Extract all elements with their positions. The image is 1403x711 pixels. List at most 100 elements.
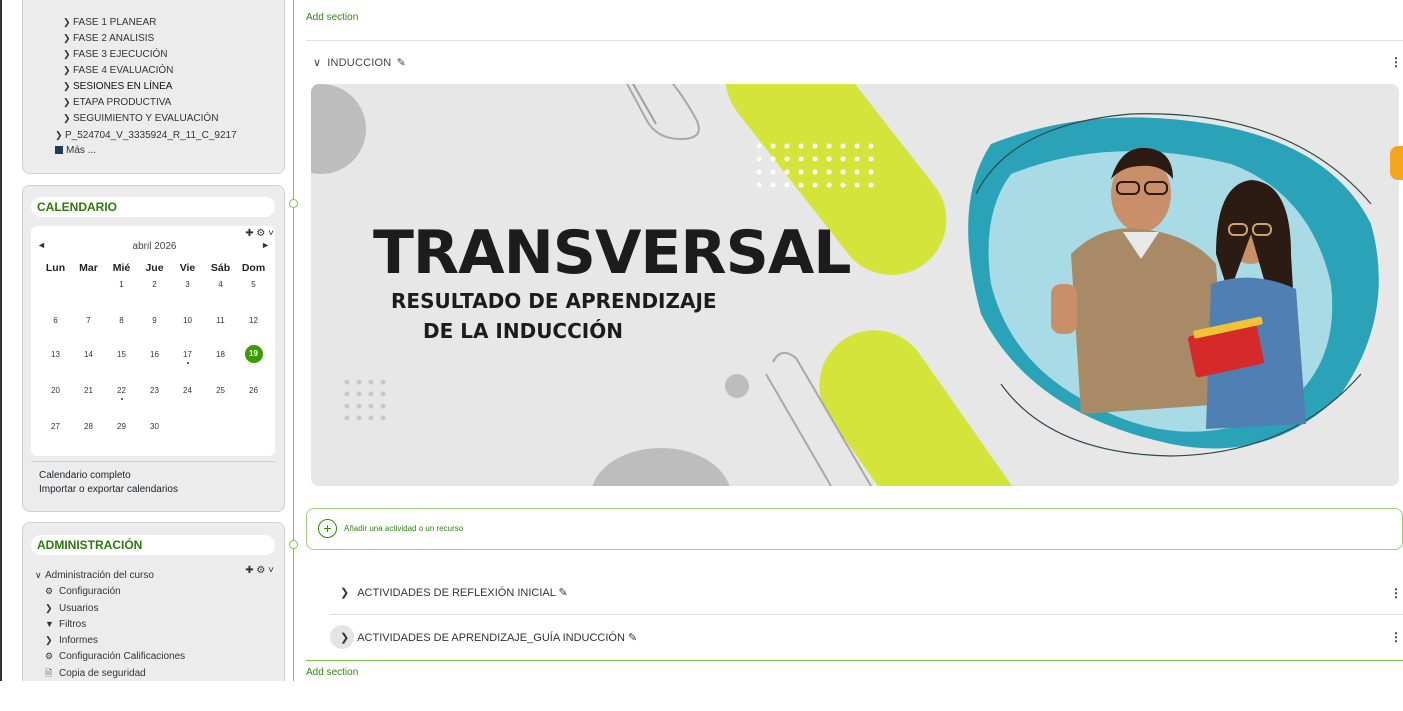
calendar-day[interactable]: 30	[138, 422, 171, 431]
next-month-link[interactable]: ►	[261, 240, 270, 250]
admin-title: ADMINISTRACIÓN	[31, 535, 275, 555]
calendar-day[interactable]: 2	[138, 280, 171, 289]
calendar-day[interactable]: 20	[39, 386, 72, 395]
calendar-day[interactable]: 12	[237, 316, 270, 325]
plus-icon: +	[318, 519, 337, 538]
weekday-label: Mar	[79, 262, 98, 274]
calendar-day[interactable]: 16	[138, 350, 171, 359]
chevron-right-icon: ❯	[63, 81, 71, 91]
nav-item-course-code[interactable]: ❯ P_524704_V_3335924_R_11_C_9217	[55, 128, 237, 143]
pencil-icon[interactable]: ✎	[397, 57, 406, 69]
calendar-day[interactable]: 21	[72, 386, 105, 395]
calendar-day[interactable]: 3	[171, 280, 204, 289]
import-export-link[interactable]: Importar o exportar calendarios	[39, 484, 178, 495]
admin-item-course[interactable]: ∨ Administración del curso	[35, 568, 154, 583]
chevron-right-icon: ❯	[63, 97, 71, 107]
nav-item-seguimiento[interactable]: ❯ SEGUIMIENTO Y EVALUACIÓN	[63, 111, 218, 126]
calendar-day[interactable]: 25	[204, 386, 237, 395]
admin-item-filters[interactable]: ▼ Filtros	[45, 617, 86, 632]
admin-block: ADMINISTRACIÓN ✚ ⚙ ˅ ∨ Administración del…	[22, 522, 285, 702]
accessibility-tab[interactable]	[1390, 146, 1403, 180]
banner-title: TRANSVERSAL	[373, 218, 851, 288]
full-calendar-link[interactable]: Calendario completo	[39, 470, 131, 481]
section-menu-icon[interactable]: ⋮	[1390, 55, 1402, 69]
calendar-today[interactable]: 19	[237, 345, 270, 363]
nav-item-fase1[interactable]: ❯ FASE 1 PLANEAR	[63, 15, 156, 30]
chevron-right-icon: ❯	[63, 33, 71, 43]
chevron-right-icon[interactable]: ❯	[340, 587, 349, 599]
nav-item-fase2[interactable]: ❯ FASE 2 ANALISIS	[63, 31, 154, 46]
calendar-day[interactable]: 24	[171, 386, 204, 395]
induction-banner: TRANSVERSAL RESULTADO DE APRENDIZAJE DE …	[311, 84, 1399, 486]
calendar-day[interactable]: 17	[171, 350, 204, 359]
banner-subtitle-2: DE LA INDUCCIÓN	[423, 319, 623, 343]
gear-icon[interactable]: ⚙	[256, 565, 265, 576]
weekday-label: Sáb	[210, 262, 231, 274]
admin-item-reports[interactable]: ❯ Informes	[45, 633, 98, 648]
filter-icon: ▼	[45, 619, 54, 629]
admin-item-grades[interactable]: ⚙ Configuración Calificaciones	[45, 649, 185, 664]
calendar-day[interactable]: 18	[204, 350, 237, 359]
calendar-day[interactable]: 27	[39, 422, 72, 431]
viewport-bottom	[0, 681, 1403, 711]
nav-item-fase3[interactable]: ❯ FASE 3 EJECUCIÓN	[63, 47, 167, 62]
gear-icon[interactable]: ⚙	[256, 228, 265, 239]
calendar-day[interactable]: 4	[204, 280, 237, 289]
window-edge	[0, 0, 2, 711]
calendar-day[interactable]: 26	[237, 386, 270, 395]
subsection-aprendizaje[interactable]: ❯ ACTIVIDADES DE APRENDIZAJE_GUÍA INDUCCI…	[340, 631, 637, 644]
section-header-induccion[interactable]: ∨ INDUCCION ✎	[313, 56, 406, 69]
chevron-right-icon: ❯	[63, 17, 71, 27]
page: ❯ FASE 1 PLANEAR ❯ FASE 2 ANALISIS ❯ FASE 3…	[0, 0, 1403, 711]
timeline-node	[289, 199, 298, 208]
calendar-day[interactable]: 28	[72, 422, 105, 431]
chevron-right-icon[interactable]: ❯	[340, 632, 349, 644]
calendar-month: abril 2026	[132, 241, 177, 252]
calendar-day[interactable]: 29	[105, 422, 138, 431]
chevron-down-icon[interactable]: ∨	[313, 57, 321, 69]
add-activity-button[interactable]: + Añadir una actividad o un recurso	[306, 508, 1403, 550]
add-section-link[interactable]: Add section	[306, 667, 358, 678]
calendar-day[interactable]: 15	[105, 350, 138, 359]
calendar-day[interactable]: 10	[171, 316, 204, 325]
chevron-down-icon[interactable]: ˅	[268, 565, 274, 576]
sidebar: ❯ FASE 1 PLANEAR ❯ FASE 2 ANALISIS ❯ FASE 3…	[22, 0, 285, 702]
calendar-block: CALENDARIO ✚ ⚙ ˅ ◄ abril 2026 ► Lun Mar Mi…	[22, 185, 285, 512]
nav-item-sesiones[interactable]: ❯ SESIONES EN LÍNEA	[63, 79, 172, 94]
section-end-line	[306, 660, 1403, 661]
calendar-day[interactable]: 23	[138, 386, 171, 395]
block-controls: ✚ ⚙ ˅	[245, 228, 274, 239]
nav-item-more[interactable]: Más ...	[55, 144, 96, 158]
subsection-reflexion[interactable]: ❯ ACTIVIDADES DE REFLEXIÓN INICIAL ✎	[340, 586, 568, 599]
calendar-day[interactable]: 7	[72, 316, 105, 325]
calendar-day[interactable]: 8	[105, 316, 138, 325]
weekday-label: Jue	[145, 262, 164, 274]
calendar-day[interactable]: 13	[39, 350, 72, 359]
nav-item-etapa[interactable]: ❯ ETAPA PRODUCTIVA	[63, 95, 171, 110]
subsection-menu-icon[interactable]: ⋮	[1390, 630, 1402, 644]
admin-item-config[interactable]: ⚙ Configuración	[45, 584, 121, 599]
subsection-menu-icon[interactable]: ⋮	[1390, 586, 1402, 600]
move-icon[interactable]: ✚	[245, 228, 253, 239]
gear-icon: ⚙	[45, 586, 54, 596]
pencil-icon[interactable]: ✎	[628, 632, 637, 644]
pencil-icon[interactable]: ✎	[559, 587, 568, 599]
nav-item-fase4[interactable]: ❯ FASE 4 EVALUACIÓN	[63, 63, 173, 78]
chevron-down-icon: ∨	[35, 570, 42, 580]
block-controls: ✚ ⚙ ˅	[245, 565, 274, 576]
add-section-link[interactable]: Add section	[306, 12, 358, 23]
move-icon[interactable]: ✚	[245, 565, 253, 576]
weekday-label: Lun	[45, 262, 66, 274]
event-dot	[187, 362, 189, 364]
calendar-day[interactable]: 5	[237, 280, 270, 289]
course-nav-block: ❯ FASE 1 PLANEAR ❯ FASE 2 ANALISIS ❯ FASE 3…	[22, 0, 285, 174]
calendar-day[interactable]: 6	[39, 316, 72, 325]
admin-item-backup[interactable]: 🗎 Copia de seguridad	[45, 666, 146, 681]
calendar-day[interactable]: 9	[138, 316, 171, 325]
admin-item-users[interactable]: ❯ Usuarios	[45, 601, 98, 616]
calendar-day[interactable]: 11	[204, 316, 237, 325]
chevron-down-icon[interactable]: ˅	[268, 228, 274, 239]
calendar-day[interactable]: 22	[105, 386, 138, 395]
calendar-day[interactable]: 1	[105, 280, 138, 289]
calendar-day[interactable]: 14	[72, 350, 105, 359]
